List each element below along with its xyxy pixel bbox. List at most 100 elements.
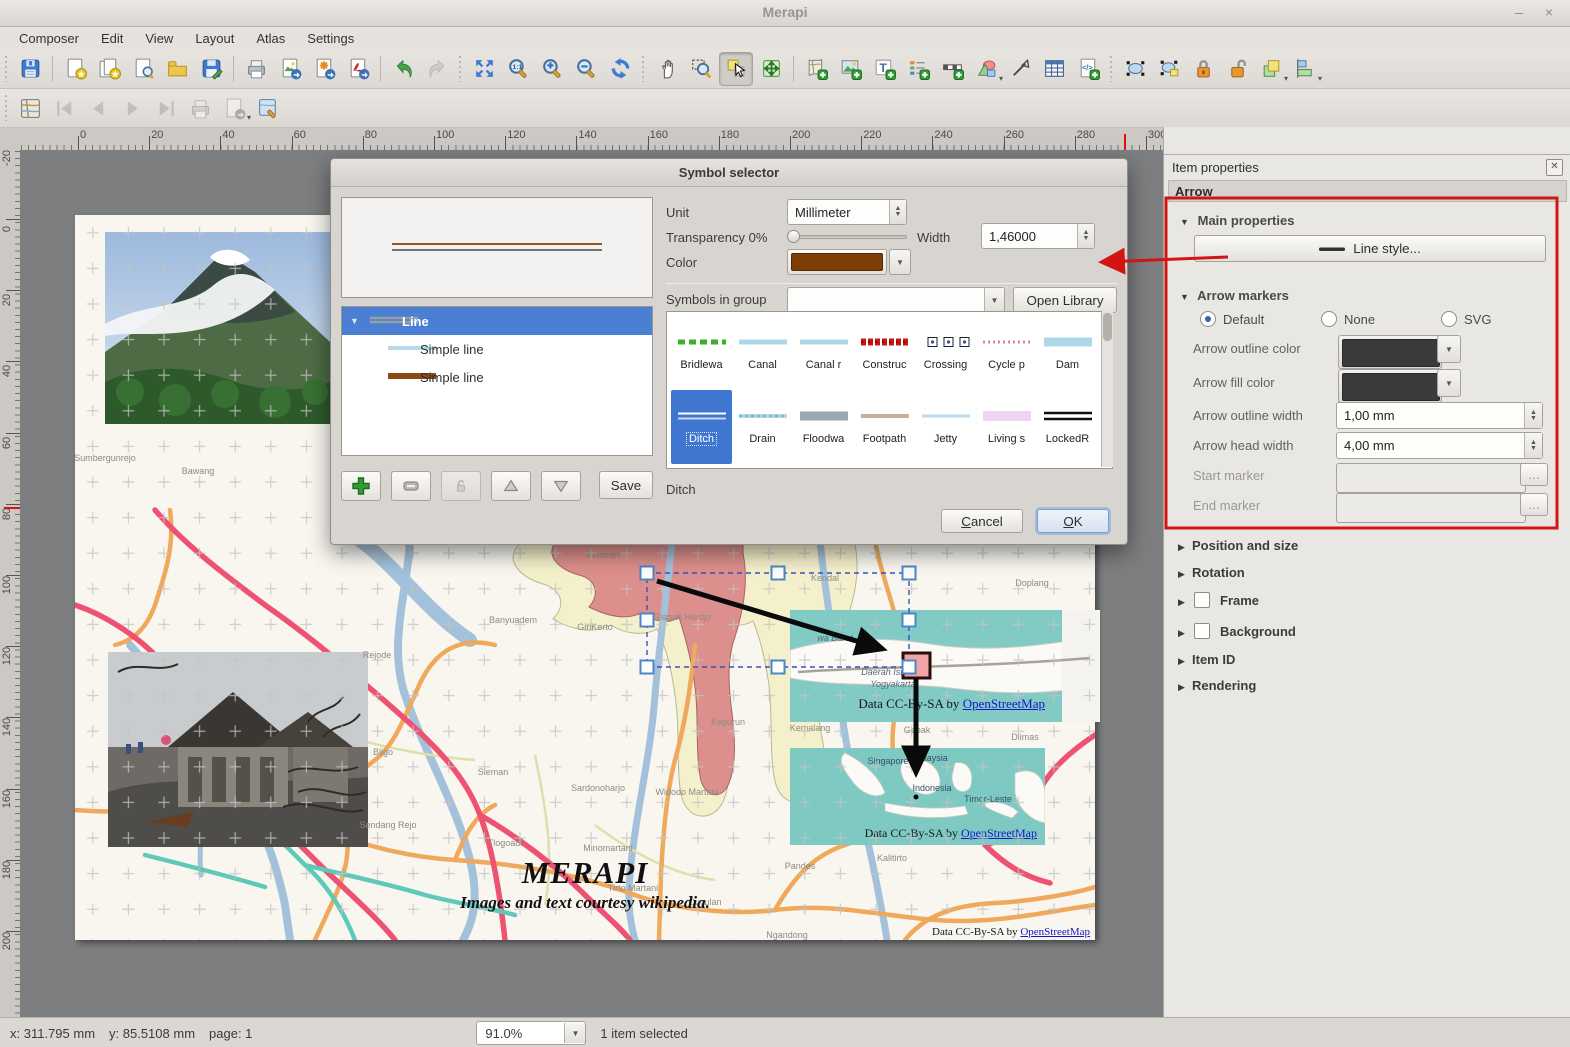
section-frame[interactable]: ▶Frame	[1178, 592, 1259, 608]
new-composition-button[interactable]	[59, 53, 91, 85]
symbol-floodwa[interactable]: Floodwa	[793, 390, 854, 464]
lock-items-button[interactable]	[1187, 53, 1219, 85]
ungroup-items-button[interactable]	[1153, 53, 1185, 85]
previous-feature-button[interactable]	[82, 92, 114, 124]
print-atlas-button[interactable]	[184, 92, 216, 124]
symbols-group-select[interactable]: ▼	[787, 287, 1005, 313]
zoom-full-button[interactable]	[468, 53, 500, 85]
menu-atlas[interactable]: Atlas	[247, 29, 294, 48]
symbol-jetty[interactable]: Jetty	[915, 390, 976, 464]
unit-select[interactable]: Millimeter▲▼	[787, 199, 907, 225]
export-pdf-button[interactable]	[342, 53, 374, 85]
refresh-button[interactable]	[604, 53, 636, 85]
add-image-button[interactable]	[834, 53, 866, 85]
end-marker-browse-button[interactable]: ...	[1520, 493, 1548, 516]
osm-link[interactable]: OpenStreetMap	[963, 696, 1045, 711]
symbol-cycle-p[interactable]: Cycle p	[976, 316, 1037, 390]
menu-layout[interactable]: Layout	[186, 29, 243, 48]
panel-close-icon[interactable]: ✕	[1546, 159, 1563, 176]
symbol-grid-scrollbar[interactable]	[1101, 311, 1113, 467]
menu-edit[interactable]: Edit	[92, 29, 132, 48]
add-legend-button[interactable]	[902, 53, 934, 85]
section-background[interactable]: ▶Background	[1178, 623, 1296, 639]
symbol-dam[interactable]: Dam	[1037, 316, 1098, 390]
symbol-lockedr[interactable]: LockedR	[1037, 390, 1098, 464]
add-symbol-layer-button[interactable]	[341, 471, 381, 501]
dropdown-arrow-icon[interactable]: ▾	[247, 113, 251, 122]
map-title-block[interactable]: MERAPI Images and text courtesy wikipedi…	[430, 855, 740, 913]
minimize-button[interactable]: –	[1508, 3, 1530, 21]
preview-atlas-button[interactable]	[14, 92, 46, 124]
inset-map-java[interactable]: Data CC-By-SA by OpenStreetMap wa BaratD…	[790, 610, 1100, 722]
symbol-crossing[interactable]: Crossing	[915, 316, 976, 390]
section-position-and-size[interactable]: ▶Position and size	[1178, 538, 1298, 553]
spinner-arrows-icon[interactable]: ▲▼	[889, 200, 906, 224]
transparency-slider[interactable]	[789, 235, 907, 239]
ok-button[interactable]: OK	[1037, 509, 1109, 533]
zoom-1-1-button[interactable]: 1:1	[502, 53, 534, 85]
spinner-arrows-icon[interactable]: ▲▼	[1524, 433, 1542, 458]
add-table-button[interactable]	[1038, 53, 1070, 85]
color-button[interactable]	[787, 249, 887, 275]
export-image-button[interactable]	[274, 53, 306, 85]
redo-button[interactable]	[421, 53, 453, 85]
remove-symbol-layer-button[interactable]	[391, 471, 431, 501]
toolbar-handle[interactable]	[3, 56, 10, 82]
add-map-button[interactable]	[800, 53, 832, 85]
transparency-slider-knob[interactable]	[787, 230, 800, 243]
symbol-living-s[interactable]: Living s	[976, 390, 1037, 464]
print-button[interactable]	[240, 53, 272, 85]
width-input[interactable]: 1,46000▲▼	[981, 223, 1095, 249]
section-item-id[interactable]: ▶Item ID	[1178, 652, 1235, 667]
open-template-button[interactable]	[161, 53, 193, 85]
outline-color-dropdown[interactable]: ▼	[1437, 335, 1461, 363]
volcano-photo[interactable]	[105, 232, 330, 424]
toolbar-handle[interactable]	[640, 56, 647, 82]
fill-color-dropdown[interactable]: ▼	[1437, 369, 1461, 397]
tree-item-simple-line[interactable]: Simple line	[342, 335, 652, 363]
arrow-markers-group[interactable]: ▼ Arrow markers	[1180, 288, 1289, 303]
open-library-button[interactable]: Open Library	[1013, 287, 1117, 313]
symbol-canal[interactable]: Canal	[732, 316, 793, 390]
section-checkbox[interactable]	[1194, 623, 1210, 639]
save-button[interactable]	[14, 53, 46, 85]
dropdown-arrow-icon[interactable]: ▾	[1284, 74, 1288, 83]
zoom-level-select[interactable]: 91.0%▼	[476, 1021, 586, 1045]
main-properties-group[interactable]: ▼ Main properties	[1180, 213, 1294, 228]
section-checkbox[interactable]	[1194, 592, 1210, 608]
zoom-out-button[interactable]	[570, 53, 602, 85]
spinner-arrows-icon[interactable]: ▲▼	[1524, 403, 1542, 428]
last-feature-button[interactable]	[150, 92, 182, 124]
lock-symbol-layer-button[interactable]	[441, 471, 481, 501]
symbol-selector-dialog[interactable]: Symbol selector Unit Millimeter▲▼ Transp…	[330, 158, 1128, 545]
symbol-footpath[interactable]: Footpath	[854, 390, 915, 464]
atlas-settings-button[interactable]	[252, 92, 284, 124]
spinner-arrows-icon[interactable]: ▲▼	[1077, 224, 1094, 248]
export-atlas-button[interactable]: ▾	[218, 92, 250, 124]
dropdown-arrow-icon[interactable]: ▾	[999, 74, 1003, 83]
arrow-outline-width-input[interactable]: 1,00 mm▲▼	[1336, 402, 1543, 429]
undo-button[interactable]	[387, 53, 419, 85]
tree-item-line[interactable]: ▼ Line	[342, 307, 652, 335]
symbol-drain[interactable]: Drain	[732, 390, 793, 464]
move-layer-up-button[interactable]	[491, 471, 531, 501]
unlock-items-button[interactable]	[1221, 53, 1253, 85]
chevron-down-icon[interactable]: ▼	[984, 288, 1004, 312]
arrow-outline-color-button[interactable]	[1338, 335, 1442, 369]
marker-none-radio[interactable]: None	[1321, 311, 1375, 327]
symbol-bridlewa[interactable]: Bridlewa	[671, 316, 732, 390]
inset-map-indonesia[interactable]: Data CC-By-SA by OpenStreetMap Singapore…	[790, 748, 1045, 845]
symbol-canal-r[interactable]: Canal r	[793, 316, 854, 390]
menu-view[interactable]: View	[136, 29, 182, 48]
zoom-in-button[interactable]	[536, 53, 568, 85]
cancel-button[interactable]: Cancel	[941, 509, 1023, 533]
menu-composer[interactable]: Composer	[10, 29, 88, 48]
osm-link[interactable]: OpenStreetMap	[961, 826, 1037, 840]
tree-item-simple-line[interactable]: Simple line	[342, 363, 652, 391]
add-label-button[interactable]: T	[868, 53, 900, 85]
save-symbol-button[interactable]: Save	[599, 471, 653, 499]
color-dropdown[interactable]: ▼	[889, 249, 911, 275]
osm-link[interactable]: OpenStreetMap	[1020, 926, 1090, 938]
arrow-head-width-input[interactable]: 4,00 mm▲▼	[1336, 432, 1543, 459]
first-feature-button[interactable]	[48, 92, 80, 124]
